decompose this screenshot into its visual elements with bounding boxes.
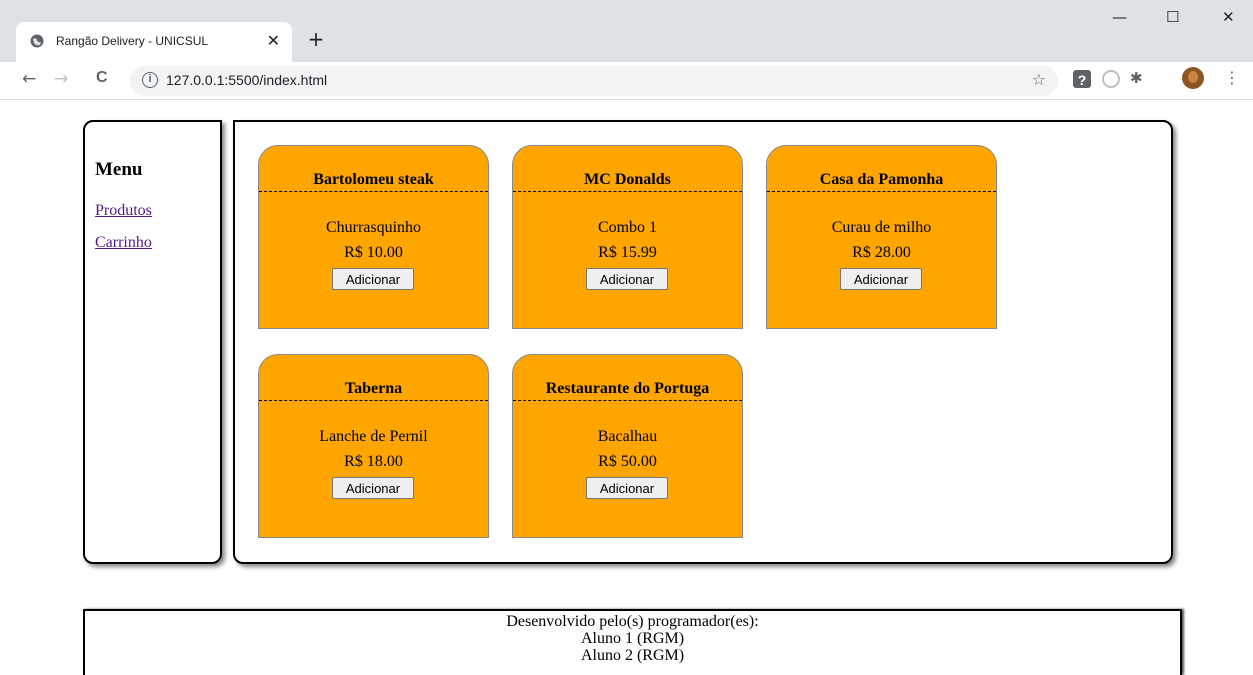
product-price: R$ 18.00 bbox=[344, 453, 403, 470]
help-extension-icon[interactable]: ? bbox=[1073, 70, 1091, 88]
menu-link-carrinho[interactable]: Carrinho bbox=[95, 234, 152, 252]
products-panel: Bartolomeu steak Churrasquinho R$ 10.00 … bbox=[233, 120, 1173, 564]
circle-extension-icon[interactable] bbox=[1102, 70, 1120, 88]
add-to-cart-button[interactable]: Adicionar bbox=[586, 268, 668, 290]
product-price: R$ 50.00 bbox=[598, 453, 657, 470]
product-price: R$ 10.00 bbox=[344, 244, 403, 261]
avatar-face bbox=[1188, 71, 1198, 83]
footer-credits-label: Desenvolvido pelo(s) programador(es): bbox=[506, 613, 759, 630]
restaurant-name: Taberna bbox=[259, 380, 488, 401]
window-close-icon[interactable]: ✕ bbox=[1222, 8, 1235, 26]
sidebar-menu: Menu Produtos Carrinho bbox=[83, 120, 222, 564]
new-tab-button[interactable]: + bbox=[302, 26, 330, 54]
forward-arrow-icon[interactable]: → bbox=[54, 69, 68, 89]
menu-link-produtos[interactable]: Produtos bbox=[95, 202, 152, 220]
add-to-cart-button[interactable]: Adicionar bbox=[332, 268, 414, 290]
footer-student-2: Aluno 2 (RGM) bbox=[580, 647, 685, 664]
restaurant-name: Restaurante do Portuga bbox=[513, 380, 742, 401]
restaurant-name: MC Donalds bbox=[513, 171, 742, 192]
tab-title: Rangão Delivery - UNICSUL bbox=[56, 34, 209, 48]
globe-icon bbox=[30, 34, 44, 48]
extensions-puzzle-icon[interactable]: ✱ bbox=[1130, 69, 1150, 89]
tab-close-icon[interactable]: ✕ bbox=[267, 31, 280, 51]
minimize-icon[interactable]: — bbox=[1112, 8, 1127, 26]
info-icon[interactable]: i bbox=[142, 72, 158, 88]
bookmark-star-icon[interactable]: ☆ bbox=[1032, 70, 1046, 89]
maximize-icon[interactable]: ☐ bbox=[1166, 8, 1179, 26]
reload-icon[interactable]: C bbox=[96, 69, 108, 87]
add-to-cart-button[interactable]: Adicionar bbox=[586, 477, 668, 499]
profile-avatar[interactable] bbox=[1182, 67, 1204, 89]
address-bar[interactable]: i 127.0.0.1:5500/index.html ☆ bbox=[130, 66, 1058, 96]
add-to-cart-button[interactable]: Adicionar bbox=[332, 477, 414, 499]
product-card: Restaurante do Portuga Bacalhau R$ 50.00… bbox=[512, 354, 743, 538]
product-card: Bartolomeu steak Churrasquinho R$ 10.00 … bbox=[258, 145, 489, 329]
product-card: Taberna Lanche de Pernil R$ 18.00 Adicio… bbox=[258, 354, 489, 538]
restaurant-name: Casa da Pamonha bbox=[767, 171, 996, 192]
product-name: Lanche de Pernil bbox=[319, 428, 428, 445]
add-to-cart-button[interactable]: Adicionar bbox=[840, 268, 922, 290]
browser-titlebar: Rangão Delivery - UNICSUL ✕ + — ☐ ✕ bbox=[0, 0, 1253, 62]
product-card: MC Donalds Combo 1 R$ 15.99 Adicionar bbox=[512, 145, 743, 329]
browser-toolbar: ← → C i 127.0.0.1:5500/index.html ☆ bbox=[0, 62, 1253, 100]
restaurant-name: Bartolomeu steak bbox=[259, 171, 488, 192]
footer-student-1: Aluno 1 (RGM) bbox=[580, 630, 685, 647]
product-price: R$ 28.00 bbox=[852, 244, 911, 261]
page-footer: Desenvolvido pelo(s) programador(es): Al… bbox=[83, 609, 1182, 675]
product-name: Combo 1 bbox=[597, 219, 658, 236]
product-name: Bacalhau bbox=[597, 428, 658, 445]
browser-tab[interactable]: Rangão Delivery - UNICSUL ✕ bbox=[16, 22, 292, 62]
product-name: Curau de milho bbox=[831, 219, 932, 236]
product-price: R$ 15.99 bbox=[598, 244, 657, 261]
product-card: Casa da Pamonha Curau de milho R$ 28.00 … bbox=[766, 145, 997, 329]
product-name: Churrasquinho bbox=[325, 219, 422, 236]
back-arrow-icon[interactable]: ← bbox=[22, 69, 36, 89]
url-text[interactable]: 127.0.0.1:5500/index.html bbox=[166, 72, 327, 88]
menu-title: Menu bbox=[95, 159, 143, 180]
browser-menu-icon[interactable]: ⋮ bbox=[1224, 68, 1240, 87]
